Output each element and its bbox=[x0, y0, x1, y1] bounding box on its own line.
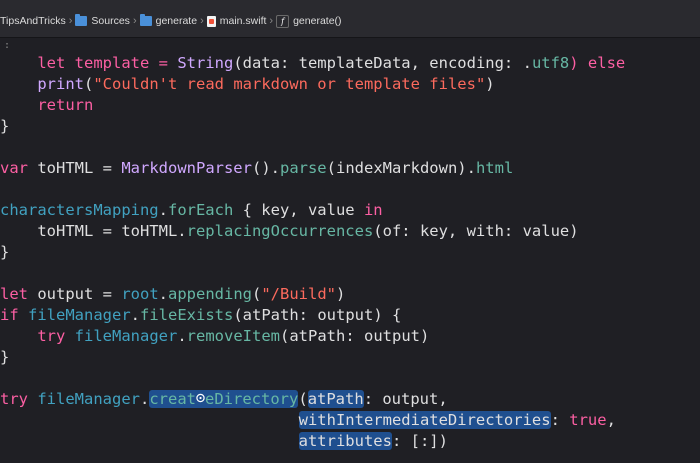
code-line: try fileManager.creat eDirectory(atPath: … bbox=[0, 389, 448, 410]
chevron-right-icon: › bbox=[68, 15, 73, 27]
code-line: } bbox=[0, 117, 10, 135]
code-line: charactersMapping.forEach { key, value i… bbox=[0, 201, 383, 219]
function-icon: f bbox=[276, 14, 290, 28]
jump-bar: TipsAndTricks › Sources › generate › mai… bbox=[0, 0, 700, 38]
code-line: withIntermediateDirectories: true, bbox=[298, 411, 616, 429]
breadcrumb-item-project[interactable]: TipsAndTricks bbox=[0, 15, 66, 27]
code-editor[interactable]: let template = String(data: templateData… bbox=[0, 44, 700, 463]
code-line: return bbox=[0, 96, 94, 114]
code-line: var toHTML = MarkdownParser().parse(inde… bbox=[0, 159, 514, 177]
breadcrumb-item-sources[interactable]: Sources bbox=[75, 14, 130, 27]
breadcrumb-item-generate-folder[interactable]: generate bbox=[139, 14, 198, 27]
code-line: attributes: [:]) bbox=[298, 432, 448, 450]
code-line: } bbox=[0, 348, 10, 366]
selected-token[interactable]: atPath bbox=[307, 390, 364, 408]
selected-token[interactable]: attributes bbox=[298, 432, 392, 450]
text-cursor-icon bbox=[196, 389, 205, 410]
code-line: if fileManager.fileExists(atPath: output… bbox=[0, 306, 402, 324]
chevron-right-icon: › bbox=[269, 15, 274, 27]
breadcrumb-label: generate() bbox=[293, 15, 342, 27]
code-line: let template = String(data: templateData… bbox=[0, 54, 626, 72]
swift-file-icon bbox=[206, 15, 216, 27]
breadcrumb-label: generate bbox=[155, 15, 198, 27]
code-line: toHTML = toHTML.replacingOccurrences(of:… bbox=[0, 222, 579, 240]
code-line: try fileManager.removeItem(atPath: outpu… bbox=[37, 327, 430, 345]
folder-icon bbox=[139, 14, 152, 26]
chevron-right-icon: › bbox=[200, 15, 204, 27]
breadcrumb: TipsAndTricks › Sources › generate › mai… bbox=[0, 12, 342, 30]
code-line: print("Couldn't read markdown or templat… bbox=[37, 75, 495, 93]
breadcrumb-label: Sources bbox=[91, 15, 130, 27]
breadcrumb-item-generate-function[interactable]: f generate() bbox=[276, 14, 342, 28]
chevron-right-icon: › bbox=[132, 15, 137, 27]
breadcrumb-label: main.swift bbox=[219, 15, 267, 27]
code-line: } bbox=[0, 243, 10, 261]
breadcrumb-item-main-swift[interactable]: main.swift bbox=[206, 15, 267, 27]
selected-token[interactable]: creat eDirectory bbox=[149, 389, 299, 410]
code-line: let output = root.appending("/Build") bbox=[0, 285, 346, 303]
breadcrumb-label: TipsAndTricks bbox=[0, 15, 66, 27]
selected-token[interactable]: withIntermediateDirectories bbox=[298, 411, 551, 429]
folder-icon bbox=[75, 14, 88, 26]
